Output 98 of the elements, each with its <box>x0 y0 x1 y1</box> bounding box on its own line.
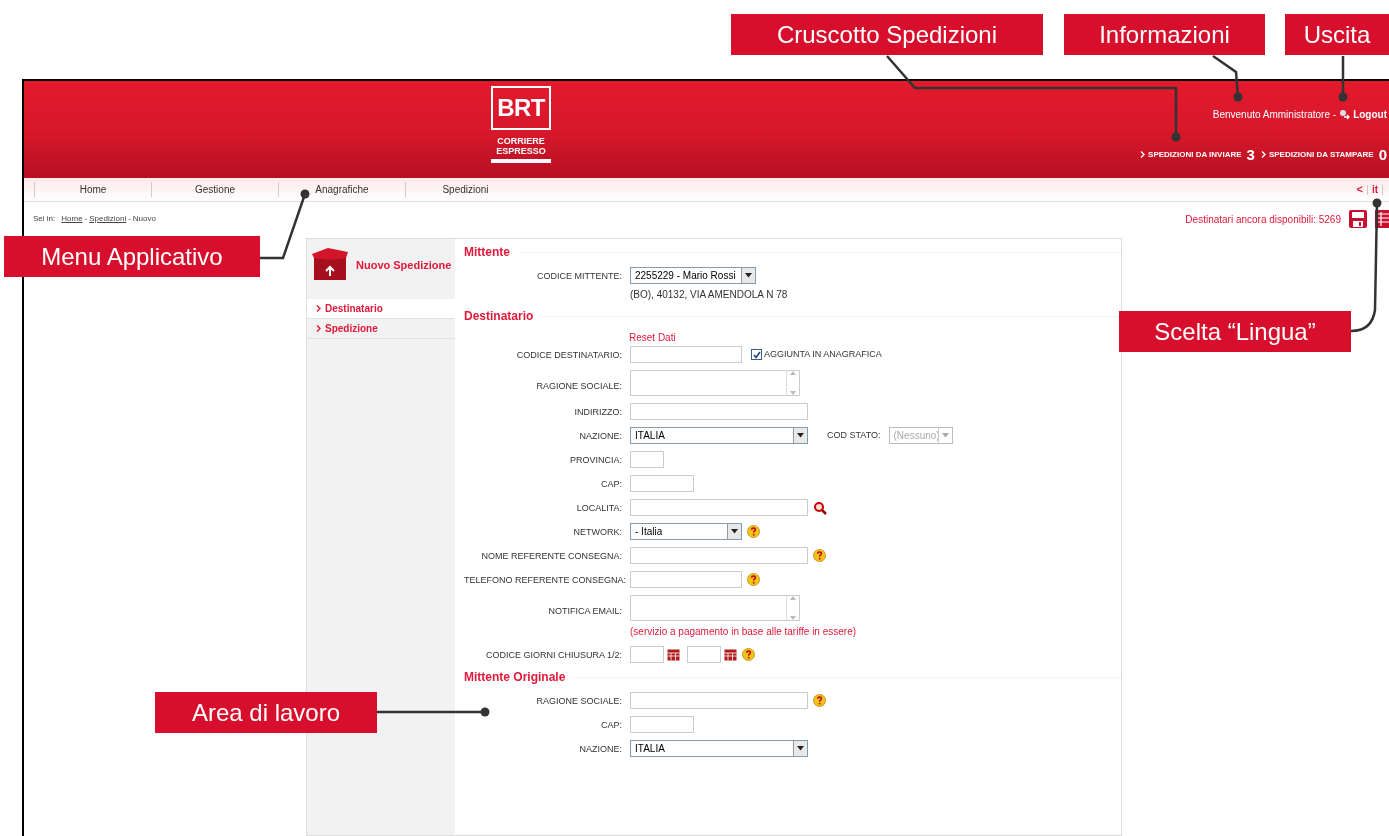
note-text: (servizio a pagamento in base alle tariffe in essere) <box>630 625 857 639</box>
callout-label: Uscita <box>1285 14 1389 55</box>
field-label: INDIRIZZO: <box>573 406 622 419</box>
callout-label: Informazioni <box>1064 14 1265 55</box>
menu-item[interactable]: Gestione <box>151 182 278 197</box>
calendar-icon[interactable] <box>667 648 680 661</box>
field-label: NOTIFICA EMAIL: <box>547 605 622 618</box>
logo-mark: BRT <box>497 96 545 120</box>
save-icon[interactable] <box>1349 210 1367 228</box>
caret-icon <box>941 433 949 438</box>
language-link[interactable]: it <box>1371 182 1378 197</box>
check-icon <box>752 350 761 359</box>
reset-link[interactable]: Reset Dati <box>629 330 1121 345</box>
callout-label: Menu Applicativo <box>4 236 260 277</box>
help-icon[interactable] <box>742 648 755 661</box>
caret-icon <box>731 529 738 534</box>
scroll-down-icon[interactable] <box>790 616 796 620</box>
breadcrumb-separator: - <box>128 213 131 225</box>
counter-value: 3 <box>1246 147 1255 162</box>
scroll-down-icon[interactable] <box>790 391 796 395</box>
dropdown[interactable]: ITALIA <box>630 427 808 444</box>
logout-link[interactable]: Logout <box>1353 107 1387 122</box>
scroll-up-icon[interactable] <box>790 596 796 600</box>
date-field[interactable] <box>630 646 664 663</box>
text-field[interactable] <box>630 451 664 468</box>
field-label: LOCALITA: <box>575 502 622 515</box>
text-field[interactable] <box>630 716 694 733</box>
field-label: NOME REFERENTE CONSEGNA: <box>480 550 622 563</box>
checkbox-label: AGGIUNTA IN ANAGRAFICA <box>764 347 882 361</box>
logo-text: ESPRESSO <box>496 146 546 156</box>
field-label: NETWORK: <box>572 526 622 539</box>
text-field[interactable] <box>630 547 808 564</box>
logo-text: CORRIERE <box>497 136 545 146</box>
logout-icon[interactable] <box>1339 109 1351 120</box>
field-label: RAGIONE SOCIALE: <box>535 380 622 393</box>
leader-line <box>260 189 310 260</box>
help-icon[interactable] <box>747 573 760 586</box>
help-icon[interactable] <box>813 549 826 562</box>
availability-text: Destinatari ancora disponibili: 5269 <box>1185 212 1341 227</box>
callout-label: Area di lavoro <box>155 692 377 733</box>
text-field[interactable] <box>630 499 808 516</box>
welcome-text: Benvenuto Amministratore - <box>1212 108 1337 122</box>
text-field[interactable] <box>630 346 742 363</box>
section-title: Mittente Originale <box>464 669 566 686</box>
dropdown[interactable]: - Italia <box>630 523 742 540</box>
checkbox[interactable] <box>751 349 762 360</box>
caret-icon <box>797 433 804 438</box>
breadcrumb-prefix: Sei in: <box>33 213 56 225</box>
breadcrumb-link[interactable]: Spedizioni <box>89 213 127 225</box>
breadcrumb-link[interactable]: Home <box>61 213 83 225</box>
date-field[interactable] <box>687 646 721 663</box>
chevron-icon <box>1260 151 1266 158</box>
search-icon[interactable] <box>813 500 828 515</box>
sidebar-item[interactable]: Spedizione <box>307 319 455 339</box>
chevron-icon <box>316 305 321 312</box>
field-label: CODICE DESTINATARIO: <box>515 349 622 362</box>
calendar-icon[interactable] <box>724 648 737 661</box>
breadcrumb-current: Nuovo <box>132 213 156 225</box>
text-field[interactable] <box>630 692 808 709</box>
caret-icon <box>745 273 752 278</box>
breadcrumb-separator: - <box>84 213 88 225</box>
sidebar-title: Nuovo Spedizione <box>356 257 452 273</box>
menu-item[interactable]: Home <box>34 182 151 197</box>
scroll-up-icon[interactable] <box>790 371 796 375</box>
text-area[interactable] <box>630 595 800 621</box>
section-title: Destinatario <box>464 308 534 325</box>
caret-icon <box>797 746 804 751</box>
callout-label: Cruscotto Spedizioni <box>731 14 1043 55</box>
help-icon[interactable] <box>747 525 760 538</box>
field-label: NAZIONE: <box>578 743 622 756</box>
address-text: (BO), 40132, VIA AMENDOLA N 78 <box>630 288 788 302</box>
dropdown[interactable]: 2255229 - Mario Rossi <box>630 267 756 284</box>
leader-line <box>1338 56 1348 102</box>
menu-item[interactable]: Spedizioni <box>405 182 525 197</box>
leader-line <box>1212 54 1243 102</box>
field-label: COD STATO: <box>827 428 881 442</box>
sidebar-item[interactable]: Destinatario <box>307 299 455 319</box>
dropdown[interactable]: ITALIA <box>630 740 808 757</box>
field-label: CAP: <box>600 478 622 491</box>
back-link[interactable]: < <box>1356 181 1363 198</box>
section-title: Mittente <box>464 244 510 261</box>
text-area[interactable] <box>630 370 800 396</box>
counter-link[interactable]: SPEDIZIONI DA STAMPARE <box>1268 148 1374 161</box>
chevron-icon <box>316 325 321 332</box>
text-field[interactable] <box>630 475 694 492</box>
field-label: NAZIONE: <box>578 430 622 443</box>
chevron-icon <box>1140 151 1146 158</box>
text-field[interactable] <box>630 571 742 588</box>
field-label: CODICE GIORNI CHIUSURA 1/2: <box>484 649 622 662</box>
field-label: CODICE MITTENTE: <box>536 270 622 283</box>
help-icon[interactable] <box>813 694 826 707</box>
field-label: CAP: <box>600 719 622 732</box>
field-label: RAGIONE SOCIALE: <box>535 695 622 708</box>
text-field[interactable] <box>630 403 808 420</box>
callout-label: Scelta “Lingua” <box>1119 311 1351 352</box>
field-label: PROVINCIA: <box>569 454 622 467</box>
counter-link[interactable]: SPEDIZIONI DA INVIARE <box>1148 148 1242 161</box>
counter-value: 0 <box>1378 147 1387 162</box>
